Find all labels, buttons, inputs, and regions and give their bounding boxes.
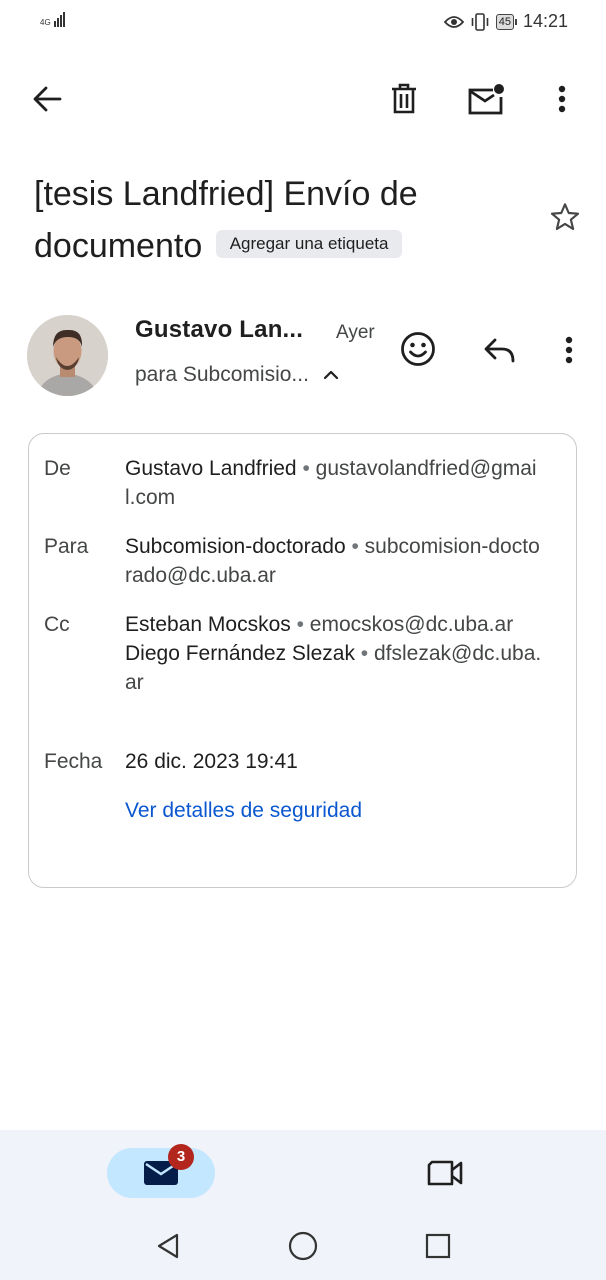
email-time: Ayer: [336, 322, 375, 343]
trash-icon: [392, 83, 416, 114]
circle-home-icon: [288, 1231, 318, 1261]
reply-icon: [484, 338, 515, 363]
date-label: Fecha: [44, 750, 103, 773]
date-value: 26 dic. 2023 19:41: [125, 750, 298, 773]
signal-indicator: 4G: [40, 12, 66, 27]
cc-label: Cc: [44, 613, 70, 636]
eye-icon: [443, 15, 464, 28]
more-vert-icon: [565, 336, 573, 364]
security-details-link[interactable]: Ver detalles de seguridad: [125, 799, 362, 822]
sender-avatar[interactable]: [27, 315, 108, 396]
clock: 14:21: [522, 11, 568, 31]
to-label: Para: [44, 535, 89, 558]
nav-meet-tab[interactable]: [420, 1150, 470, 1196]
star-outline-icon: [550, 203, 580, 231]
add-label-chip[interactable]: Agregar una etiqueta: [215, 230, 403, 259]
more-options-button[interactable]: [546, 78, 578, 120]
to-name[interactable]: Subcomision-doctorado: [125, 535, 346, 558]
chevron-up-icon: [323, 370, 339, 380]
delete-button[interactable]: [384, 78, 424, 120]
square-recents-icon: [425, 1233, 451, 1259]
system-recents-button[interactable]: [420, 1228, 456, 1264]
system-home-button[interactable]: [285, 1228, 321, 1264]
cc1-name[interactable]: Esteban Mocskos: [125, 613, 291, 636]
nav-mail-tab[interactable]: [107, 1148, 215, 1198]
reply-button[interactable]: [478, 330, 520, 370]
battery-level: 45: [495, 13, 514, 30]
system-back-button[interactable]: [150, 1228, 186, 1264]
network-type: 4G: [40, 18, 51, 27]
recipients-summary[interactable]: para Subcomisio...: [135, 363, 339, 387]
status-bar: 4G 45 14:21: [0, 0, 606, 46]
from-label: De: [44, 457, 71, 480]
add-reaction-button[interactable]: [397, 328, 439, 370]
status-right: 45 14:21: [443, 11, 568, 32]
avatar-photo: [27, 315, 108, 396]
cc2-name[interactable]: Diego Fernández Slezak: [125, 642, 355, 665]
signal-bars-icon: [53, 12, 66, 27]
message-details-card: De Gustavo Landfried • gustavolandfried@…: [28, 433, 577, 888]
more-vert-icon: [558, 85, 566, 113]
battery-indicator: 45: [495, 13, 517, 30]
recipients-summary-text: para Subcomisio...: [135, 363, 309, 386]
from-name[interactable]: Gustavo Landfried: [125, 457, 297, 480]
email-subject: [tesis Landfried] Envío de documento Agr…: [34, 168, 514, 272]
cc1-email[interactable]: emocskos@dc.uba.ar: [310, 613, 513, 636]
arrow-back-icon: [33, 86, 62, 112]
vibrate-icon: [471, 12, 489, 31]
video-camera-icon: [427, 1160, 463, 1186]
message-more-button[interactable]: [553, 330, 585, 370]
back-button[interactable]: [26, 78, 68, 120]
mark-unread-button[interactable]: [464, 78, 508, 120]
triangle-back-icon: [157, 1233, 179, 1259]
sender-name[interactable]: Gustavo Lan...: [135, 316, 303, 344]
unread-badge: 3: [168, 1144, 194, 1170]
star-button[interactable]: [545, 197, 585, 237]
emoji-icon: [401, 332, 435, 366]
mail-unread-icon: [468, 84, 504, 115]
